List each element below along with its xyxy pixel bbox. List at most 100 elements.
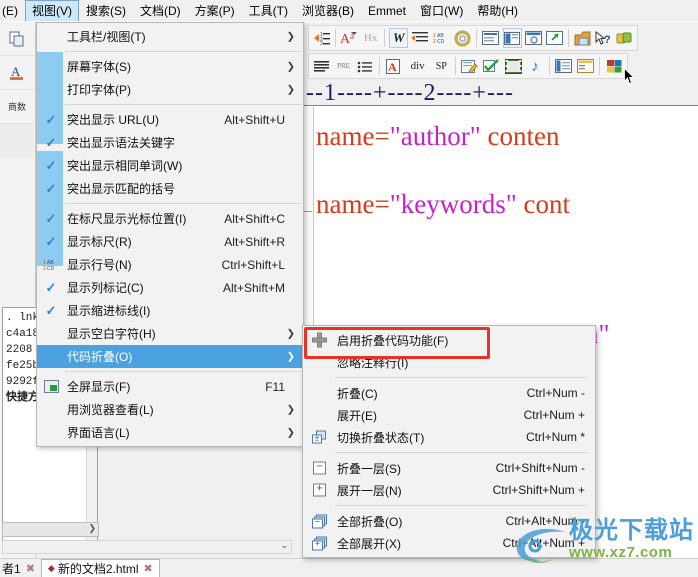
menubar-item-emmet[interactable]: Emmet	[361, 0, 413, 21]
submenu-item-collapse-one-level[interactable]: − 折叠一层(S) Ctrl+Shift+Num -	[303, 457, 595, 479]
menu-item-show-line-numbers[interactable]: 1 AB 2 CD 显示行号(N) Ctrl+Shift+L	[37, 253, 303, 276]
video-icon[interactable]	[504, 56, 524, 76]
menu-item-code-folding[interactable]: 代码折叠(O) ❯	[37, 345, 303, 368]
tab-document-1[interactable]: 者1 ✖	[0, 559, 41, 577]
form-svg	[576, 59, 594, 73]
menubar: (E) 视图(V) 搜索(S) 文档(D) 方案(P) 工具(T) 浏览器(B)…	[0, 0, 698, 22]
menu-item-view-in-browser[interactable]: 用浏览器查看(L) ❯	[37, 398, 303, 421]
close-icon[interactable]: ✖	[26, 562, 35, 575]
menubar-item-tools[interactable]: 工具(T)	[242, 0, 295, 21]
chevron-down-icon-2[interactable]: ⌄	[280, 540, 288, 551]
hex-icon[interactable]: Hx	[361, 28, 380, 48]
menu-item-show-indent-guides-label: 显示缩进标线(I)	[67, 304, 151, 318]
menu-item-show-ruler[interactable]: ✓ 显示标尺(R) Alt+Shift+R	[37, 230, 303, 253]
submenu-item-toggle-fold-state[interactable]: ± 切换折叠状态(T) Ctrl+Num *	[303, 426, 595, 448]
checkmark-icon-6: ✓	[45, 233, 57, 249]
background-panel-hscroll[interactable]: ❯	[2, 522, 99, 537]
pre-tag-icon[interactable]: PRE	[334, 56, 354, 76]
menu-item-highlight-syntax-keywords-label: 突出显示语法关键字	[67, 136, 176, 150]
help-pointer-icon[interactable]: ?	[594, 28, 613, 48]
external-view-icon[interactable]	[545, 28, 564, 48]
submenu-item-ignore-comment-lines[interactable]: 忽略注释行(I)	[303, 351, 595, 373]
menu-item-fullscreen-label: 全屏显示(F)	[67, 380, 131, 394]
menu-item-show-column-markers[interactable]: ✓ 显示列标记(C) Alt+Shift+M	[37, 276, 303, 299]
menubar-item-window[interactable]: 窗口(W)	[413, 0, 470, 21]
svg-text:A: A	[11, 64, 21, 79]
menubar-item-browser[interactable]: 浏览器(B)	[295, 0, 361, 21]
submenu-separator-1	[335, 377, 587, 378]
refresh-icon[interactable]	[615, 28, 634, 48]
box-plus-icon-shape: +	[313, 483, 326, 497]
span-tag-icon[interactable]: SP	[431, 56, 451, 76]
font-underline-icon[interactable]: A	[0, 56, 34, 90]
menubar-item-scheme[interactable]: 方案(P)	[188, 0, 242, 21]
split-view-icon[interactable]	[502, 28, 522, 48]
audio-icon[interactable]: ♪	[525, 56, 545, 76]
preview-icon[interactable]	[524, 28, 543, 48]
menu-item-highlight-matching-brackets[interactable]: ✓ 突出显示匹配的括号	[37, 177, 303, 200]
edit-note-icon[interactable]	[460, 56, 480, 76]
menu-item-highlight-syntax-keywords[interactable]: ✓ 突出显示语法关键字	[37, 131, 303, 154]
background-window-hscroll[interactable]: ⌄	[2, 540, 292, 554]
submenu-item-expand-one-level-label: 展开一层(N)	[337, 483, 402, 498]
copy-icon[interactable]	[0, 22, 34, 56]
menubar-item-view[interactable]: 视图(V)	[25, 0, 79, 21]
menu-item-screen-font[interactable]: 屏幕字体(S) ❯	[37, 55, 303, 78]
settings-gear-icon[interactable]	[453, 28, 472, 48]
insert-numbering-icon[interactable]: 1 2 3	[312, 28, 331, 48]
menu-item-highlight-url[interactable]: ✓ 突出显示 URL(U) Alt+Shift+U	[37, 108, 303, 131]
menubar-item-edit[interactable]: (E)	[0, 0, 25, 21]
modified-dot-icon: ◆	[47, 563, 55, 573]
align-justify-icon[interactable]	[312, 56, 332, 76]
menu-item-toolbar-view[interactable]: 工具栏/视图(T) ❯	[37, 25, 303, 48]
form-icon[interactable]	[576, 56, 596, 76]
list-view-icon[interactable]	[481, 28, 500, 48]
menu-item-print-font[interactable]: 打印字体(P) ❯	[37, 78, 303, 101]
menubar-item-document[interactable]: 文档(D)	[133, 0, 188, 21]
table-icon[interactable]	[554, 56, 574, 76]
div-tag-icon[interactable]: div	[406, 56, 430, 76]
chevron-right-icon[interactable]: ❯	[88, 523, 96, 534]
submenu-item-enable-code-folding[interactable]: 启用折叠代码功能(F)	[303, 329, 595, 351]
submenu-item-expand-one-level[interactable]: + 展开一层(N) Ctrl+Shift+Num +	[303, 479, 595, 501]
submenu-item-expand[interactable]: 展开(E) Ctrl+Num +	[303, 404, 595, 426]
view-dropdown-menu[interactable]: 工具栏/视图(T) ❯ 屏幕字体(S) ❯ 打印字体(P) ❯ ✓ 突出显示 U…	[36, 22, 304, 447]
abcd-case-icon[interactable]: 1 AB 2 CD	[431, 28, 451, 48]
chinese-count-icon[interactable]: 商数	[0, 90, 34, 124]
font-tag-icon[interactable]: A	[384, 56, 404, 76]
font-color-svg: A a	[340, 31, 358, 46]
tab-new-document-2[interactable]: ◆ 新的文档2.html ✖	[40, 559, 160, 577]
menu-item-show-ruler-accel: Alt+Shift+R	[224, 234, 285, 249]
submenu-item-collapse[interactable]: 折叠(C) Ctrl+Num -	[303, 382, 595, 404]
menu-item-interface-language[interactable]: 界面语言(L) ❯	[37, 421, 303, 444]
save-all-icon[interactable]	[573, 28, 592, 48]
menubar-item-view-label: 视图(V)	[32, 4, 72, 18]
menubar-item-search[interactable]: 搜索(S)	[79, 0, 133, 21]
table-svg	[555, 59, 573, 73]
font-color-icon[interactable]: A a	[340, 28, 359, 48]
tab-new-document-2-label: 新的文档2.html	[57, 562, 139, 576]
color-palette-icon[interactable]	[604, 56, 624, 76]
spellcheck-icon[interactable]	[482, 56, 502, 76]
menubar-item-edit-label: (E)	[2, 3, 18, 18]
submenu-item-expand-all-label: 全部展开(X)	[337, 536, 401, 551]
indent-icon[interactable]	[410, 28, 429, 48]
word-wrap-icon[interactable]: W	[389, 28, 409, 48]
submenu-item-toggle-fold-state-label: 切换折叠状态(T)	[337, 430, 425, 445]
submenu-item-collapse-all[interactable]: − 全部折叠(O) Ctrl+Alt+Num -	[303, 510, 595, 532]
document-tabbar[interactable]: 者1 ✖ ◆ 新的文档2.html ✖	[0, 558, 698, 577]
bullet-list-icon[interactable]	[355, 56, 375, 76]
close-icon-2[interactable]: ✖	[144, 562, 153, 575]
menu-item-fullscreen[interactable]: 全屏显示(F) F11	[37, 375, 303, 398]
submenu-item-expand-all[interactable]: + 全部展开(X) Ctrl+Alt+Num +	[303, 532, 595, 554]
menu-item-highlight-same-words[interactable]: ✓ 突出显示相同单词(W)	[37, 154, 303, 177]
stack-minus-icon-shape: −	[312, 514, 327, 528]
checkmark-icon-4: ✓	[45, 180, 57, 196]
menu-item-show-indent-guides[interactable]: ✓ 显示缩进标线(I)	[37, 299, 303, 322]
menu-item-show-cursor-on-ruler[interactable]: ✓ 在标尺显示光标位置(I) Alt+Shift+C	[37, 207, 303, 230]
code-folding-submenu[interactable]: 启用折叠代码功能(F) 忽略注释行(I) 折叠(C) Ctrl+Num - 展开…	[302, 325, 596, 558]
menu-item-show-whitespace[interactable]: 显示空白字符(H) ❯	[37, 322, 303, 345]
svg-text:?: ?	[604, 34, 611, 46]
menubar-item-help[interactable]: 帮助(H)	[470, 0, 525, 21]
checkmark-icon-2: ✓	[45, 134, 57, 150]
